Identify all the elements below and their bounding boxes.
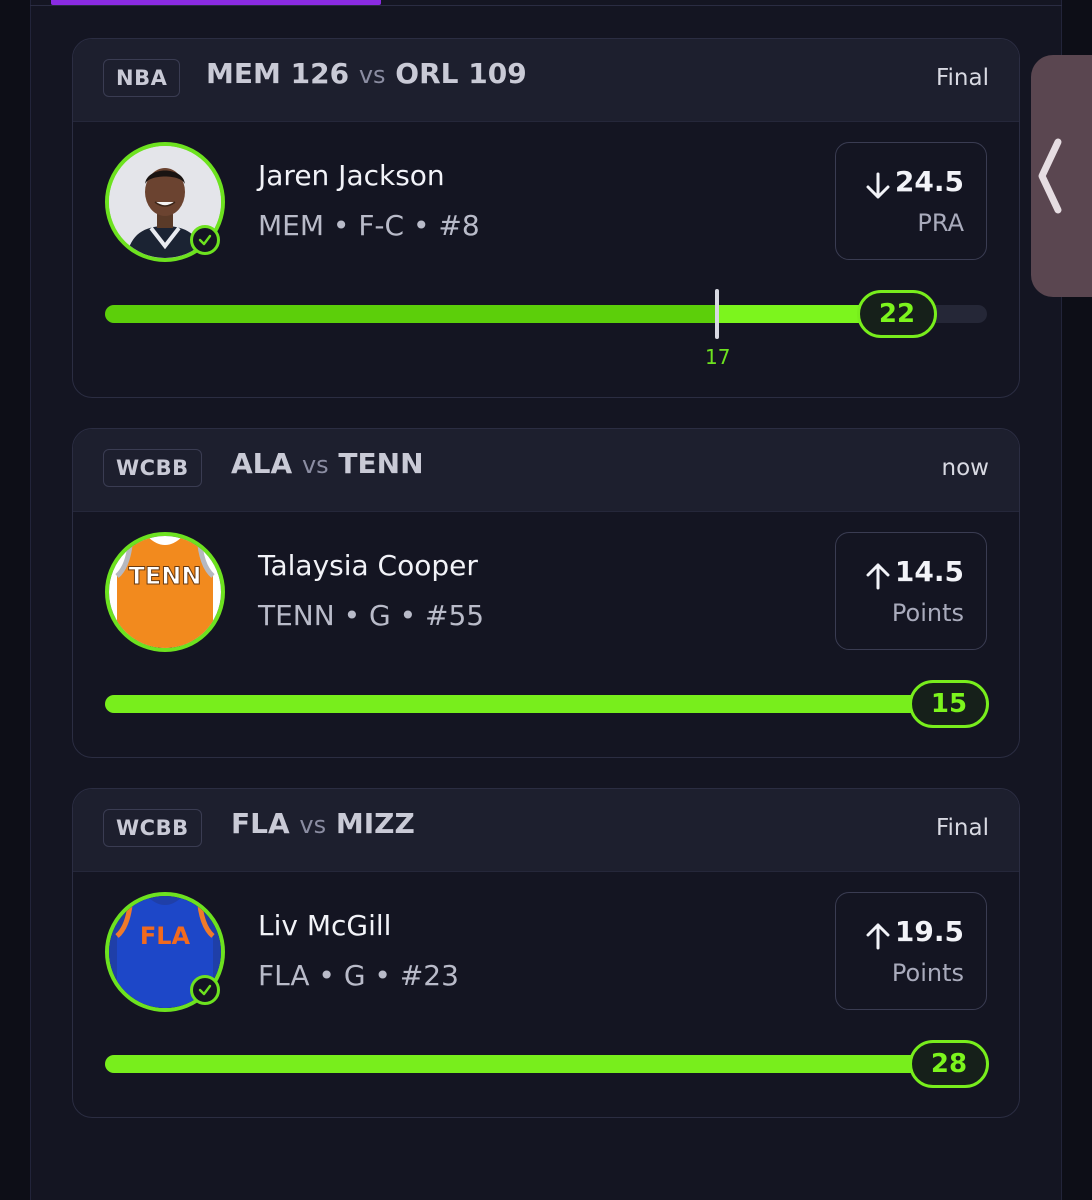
projection-stat: Points — [891, 959, 964, 987]
projection-stat: Points — [891, 599, 964, 627]
projection-stat: PRA — [917, 209, 964, 237]
jersey-text: FLA — [140, 922, 191, 950]
progress-marker — [715, 289, 719, 339]
vs-label: vs — [299, 811, 327, 839]
league-badge: NBA — [103, 59, 181, 97]
progress-fill — [105, 305, 717, 323]
player-info: FLA • G • #23 — [258, 959, 459, 992]
team-b: TENN — [338, 447, 424, 480]
checkmark-icon — [190, 975, 220, 1005]
active-tab-indicator — [51, 0, 381, 5]
left-edge-panel — [0, 0, 31, 1200]
result-value: 28 — [909, 1040, 989, 1088]
matchup: ALA vs TENN — [231, 447, 424, 480]
player-name: Jaren Jackson — [258, 159, 445, 192]
vs-label: vs — [301, 451, 329, 479]
pick-card[interactable]: WCBB ALA vs TENN now TENN Talaysia Coope… — [72, 428, 1020, 758]
player-avatar: TENN — [105, 532, 225, 652]
chevron-left-icon — [1038, 138, 1062, 214]
projection-value: 19.5 — [894, 915, 964, 948]
matchup: MEM 126 vs ORL 109 — [206, 57, 527, 90]
result-value: 22 — [857, 290, 937, 338]
arrow-up-icon — [866, 563, 890, 590]
league-badge: WCBB — [103, 809, 202, 847]
progress-bar: 15 — [105, 680, 989, 728]
projection-box[interactable]: 14.5 Points — [835, 532, 987, 650]
tab-underline — [30, 5, 1062, 6]
league-badge: WCBB — [103, 449, 202, 487]
jersey-text: TENN — [129, 562, 202, 590]
game-header: WCBB FLA vs MIZZ Final — [73, 789, 1019, 872]
team-b: MIZZ — [335, 807, 415, 840]
pick-card[interactable]: WCBB FLA vs MIZZ Final FLA Liv McGill FL… — [72, 788, 1020, 1118]
vs-label: vs — [358, 61, 386, 89]
team-a: MEM — [206, 57, 281, 90]
game-header: WCBB ALA vs TENN now — [73, 429, 1019, 512]
arrow-down-icon — [866, 172, 890, 199]
player-name: Liv McGill — [258, 909, 392, 942]
result-value: 15 — [909, 680, 989, 728]
projection-value: 24.5 — [894, 165, 964, 198]
team-a: FLA — [231, 807, 290, 840]
progress-fill — [105, 695, 987, 713]
arrow-up-icon — [866, 923, 890, 950]
player-info: MEM • F-C • #8 — [258, 209, 480, 242]
projection-box[interactable]: 19.5 Points — [835, 892, 987, 1010]
game-header: NBA MEM 126 vs ORL 109 Final — [73, 39, 1019, 122]
progress-fill — [105, 1055, 987, 1073]
projection-box[interactable]: 24.5 PRA — [835, 142, 987, 260]
game-status: now — [941, 455, 989, 481]
progress-bar: 17 22 — [105, 289, 987, 369]
checkmark-icon — [190, 225, 220, 255]
team-b: ORL — [395, 57, 459, 90]
player-info: TENN • G • #55 — [258, 599, 485, 632]
game-status: Final — [935, 815, 989, 841]
game-status: Final — [935, 65, 989, 91]
score-b: 109 — [468, 57, 527, 90]
team-a: ALA — [231, 447, 293, 480]
projection-value: 14.5 — [894, 555, 964, 588]
drawer-toggle-button[interactable] — [1031, 55, 1092, 297]
player-name: Talaysia Cooper — [258, 549, 478, 582]
marker-label: 17 — [705, 345, 731, 369]
score-a: 126 — [290, 57, 350, 90]
progress-bar: 28 — [105, 1040, 989, 1088]
pick-card[interactable]: NBA MEM 126 vs ORL 109 Final Jaren Jacks… — [72, 38, 1020, 398]
matchup: FLA vs MIZZ — [231, 807, 415, 840]
